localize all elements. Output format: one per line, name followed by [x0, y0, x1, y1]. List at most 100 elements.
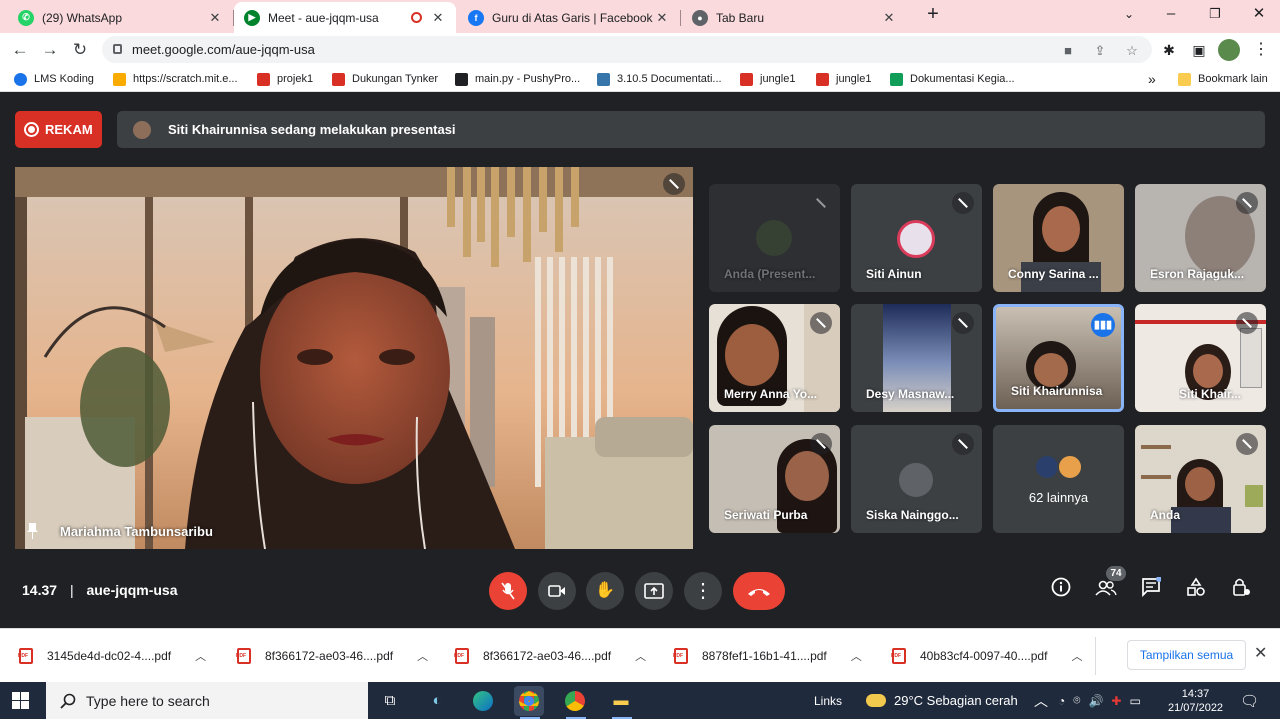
other-bookmarks[interactable]: Bookmark lain [1178, 70, 1268, 88]
profile-avatar[interactable] [1218, 39, 1240, 61]
participant-tile[interactable]: Esron Rajaguk... [1135, 184, 1266, 292]
download-item[interactable]: 8f366172-ae03-46....pdf ︿ [454, 641, 646, 671]
back-icon[interactable]: ← [7, 37, 33, 63]
share-icon[interactable]: ⇪ [1088, 39, 1112, 63]
taskbar-search-input[interactable]: Type here to search [46, 682, 368, 719]
chrome-profile-icon[interactable] [560, 686, 590, 716]
participant-tile[interactable]: Siska Nainggo... [851, 425, 982, 533]
close-icon[interactable]: ✕ [207, 10, 223, 26]
camera-icon[interactable]: ■ [1056, 39, 1080, 63]
weather-widget[interactable]: 29°C Sebagian cerah [866, 682, 1018, 719]
participant-tile[interactable]: Anda (Present... [709, 184, 840, 292]
close-icon[interactable]: ✕ [430, 10, 446, 26]
bookmark-star-icon[interactable]: ☆ [1120, 39, 1144, 63]
participant-name: Desy Masnaw... [866, 387, 955, 401]
extensions-icon[interactable]: ✱ [1158, 39, 1180, 61]
forward-icon[interactable]: → [37, 37, 63, 63]
end-call-button[interactable] [733, 572, 785, 610]
more-options-button[interactable]: ⋮ [684, 572, 722, 610]
tab-meet[interactable]: ▶ Meet - aue-jqqm-usa ✕ [234, 2, 456, 33]
chevron-up-icon[interactable]: ︿ [851, 648, 862, 664]
windows-start-icon[interactable] [12, 692, 30, 710]
chevron-up-icon[interactable]: ︿ [417, 648, 428, 664]
camera-toggle-button[interactable] [538, 572, 576, 610]
lock-icon [113, 44, 122, 54]
tab-new[interactable]: ● Tab Baru ✕ [682, 2, 907, 33]
bookmarks-more-icon[interactable]: » [1148, 70, 1156, 88]
pushy-icon [455, 72, 468, 86]
download-item[interactable]: 8878fef1-16b1-41....pdf ︿ [673, 641, 862, 671]
participant-tile[interactable]: Conny Sarina ... [993, 184, 1124, 292]
record-icon [24, 122, 39, 137]
download-item[interactable]: 8f366172-ae03-46....pdf ︿ [236, 641, 428, 671]
bookmark-item[interactable]: LMS Koding [14, 70, 94, 88]
mic-toggle-button[interactable] [489, 572, 527, 610]
side-panel-icon[interactable]: ▣ [1188, 39, 1210, 61]
chevron-up-icon[interactable]: ︿ [1071, 648, 1082, 664]
hand-icon: ✋ [595, 582, 615, 599]
close-icon[interactable]: ✕ [654, 10, 670, 26]
meeting-details-button[interactable] [1047, 577, 1075, 605]
record-button[interactable]: REKAM [15, 111, 102, 148]
clock[interactable]: 14:37 21/07/2022 [1168, 682, 1223, 719]
host-controls-button[interactable] [1227, 577, 1255, 605]
bookmark-item[interactable]: Dukungan Tynker [332, 70, 438, 88]
show-all-downloads-button[interactable]: Tampilkan semua [1127, 640, 1246, 670]
close-icon[interactable]: ✕ [1254, 643, 1267, 663]
bookmark-item[interactable]: projek1 [257, 70, 313, 88]
present-button[interactable] [635, 572, 673, 610]
chrome-icon[interactable] [514, 686, 544, 716]
facebook-icon: f [468, 9, 484, 26]
bookmark-item[interactable]: 3.10.5 Documentati... [597, 70, 722, 88]
reload-icon[interactable]: ↻ [67, 37, 93, 63]
edge-icon[interactable] [468, 686, 498, 716]
participant-tile[interactable]: Anda [1135, 425, 1266, 533]
maximize-icon[interactable]: ❐ [1194, 0, 1236, 30]
window-close-icon[interactable]: ✕ [1238, 0, 1280, 30]
bookmark-label: LMS Koding [34, 73, 94, 85]
participant-tile[interactable]: Siti Ainun [851, 184, 982, 292]
presenter-avatar [133, 120, 151, 139]
main-video[interactable]: Mariahma Tambunsaribu [15, 167, 693, 549]
participant-tile[interactable]: Seriwati Purba [709, 425, 840, 533]
file-explorer-icon[interactable]: ▬ [606, 686, 636, 716]
chevron-up-icon[interactable]: ︿ [1034, 682, 1048, 719]
participant-tile-active[interactable]: ▮▮▮ Siti Khairunnisa [993, 304, 1124, 412]
more-vert-icon: ⋮ [693, 580, 713, 602]
participant-tile[interactable]: Merry Anna Yo... [709, 304, 840, 412]
tab-facebook[interactable]: f Guru di Atas Garis | Facebook ✕ [458, 2, 681, 33]
chevron-up-icon[interactable]: ︿ [195, 648, 206, 664]
more-participants-tile[interactable]: 62 lainnya [993, 425, 1124, 533]
bookmark-item[interactable]: main.py - PushyPro... [455, 70, 580, 88]
pin-icon[interactable] [27, 523, 38, 539]
participant-tile[interactable]: Siti Khair... [1135, 304, 1266, 412]
tab-whatsapp[interactable]: ✆ (29) WhatsApp ✕ [8, 2, 234, 33]
raise-hand-button[interactable]: ✋ [586, 572, 624, 610]
download-item[interactable]: 40b83cf4-0097-40....pdf ︿ [891, 641, 1082, 671]
minimize-icon[interactable]: – [1150, 0, 1192, 30]
avatar [897, 220, 935, 258]
bookmark-item[interactable]: jungle1 [740, 70, 795, 88]
notification-icon[interactable]: 🗨 [1240, 682, 1259, 719]
participant-tile[interactable]: Desy Masnaw... [851, 304, 982, 412]
download-item[interactable]: 3145de4d-dc02-4....pdf ︿ [18, 641, 206, 671]
activities-button[interactable] [1182, 577, 1210, 605]
new-tab-icon[interactable]: + [912, 0, 954, 30]
people-button[interactable] [1092, 577, 1120, 605]
tab-search-icon[interactable]: ⌄ [1108, 0, 1150, 30]
bookmark-item[interactable]: https://scratch.mit.e... [113, 70, 238, 88]
task-view-icon[interactable]: ⧉ [375, 686, 405, 716]
system-tray-icons[interactable]: ◔ ⌾ 🔊 ✚ ▭ [1058, 682, 1141, 719]
links-toolbar[interactable]: Links [814, 682, 842, 719]
bookmark-item[interactable]: jungle1 [816, 70, 871, 88]
bookmark-item[interactable]: Dokumentasi Kegia... [890, 70, 1015, 88]
lms-icon [14, 72, 27, 86]
url-input[interactable]: meet.google.com/aue-jqqm-usa ■ ⇪ ☆ [102, 36, 1152, 63]
menu-icon[interactable]: ⋮ [1250, 39, 1272, 61]
main-video-image [15, 167, 693, 549]
chat-button[interactable] [1137, 576, 1165, 605]
app-icon[interactable]: ◐ [422, 686, 452, 716]
close-icon[interactable]: ✕ [881, 10, 897, 26]
speaker-muted-icon [810, 192, 832, 214]
chevron-up-icon[interactable]: ︿ [635, 648, 646, 664]
